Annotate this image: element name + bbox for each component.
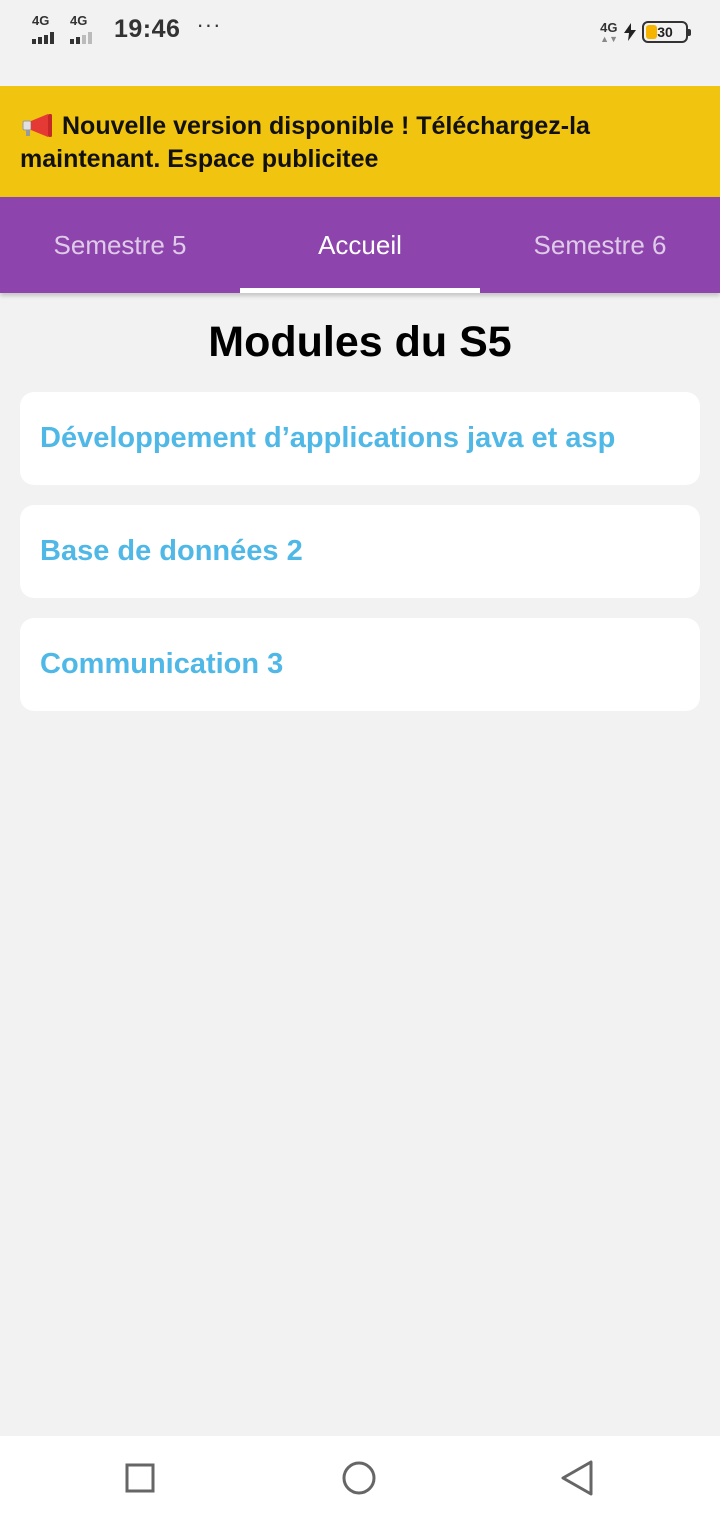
module-card-developpement[interactable]: Développement d’applications java et asp (20, 392, 700, 485)
module-card-base-de-donnees[interactable]: Base de données 2 (20, 505, 700, 598)
ad-banner-text: Nouvelle version disponible ! Télécharge… (20, 112, 590, 173)
tab-label: Semestre 5 (53, 229, 187, 260)
battery-level: 30 (657, 23, 673, 40)
tab-label: Semestre 6 (533, 229, 667, 260)
battery-icon: 30 (642, 20, 691, 43)
system-navigation-bar (0, 1436, 720, 1520)
tab-bar: Semestre 5 Accueil Semestre 6 (0, 197, 720, 293)
page-title: Modules du S5 (208, 318, 512, 366)
network-type-label: 4G (600, 20, 618, 35)
network-type-icon: 4G ▲▼ (600, 20, 618, 44)
tab-semestre-6[interactable]: Semestre 6 (480, 197, 720, 293)
clock: 19:46 (114, 14, 181, 43)
tab-semestre-5[interactable]: Semestre 5 (0, 197, 240, 293)
ad-banner-content: Nouvelle version disponible ! Télécharge… (20, 110, 700, 176)
sim1-network-label: 4G (32, 13, 50, 28)
signal-sim1-icon: 4G (32, 14, 62, 44)
ad-banner[interactable]: Nouvelle version disponible ! Télécharge… (0, 86, 720, 197)
module-label: Communication 3 (40, 648, 284, 680)
module-list: Développement d’applications java et asp… (20, 392, 700, 731)
signal-bars (32, 32, 54, 44)
status-right: 4G ▲▼ 30 (600, 20, 691, 44)
charging-bolt-icon (624, 22, 636, 41)
module-label: Développement d’applications java et asp (40, 422, 616, 454)
status-bar: 4G 4G 19:46 ··· 4G ▲▼ 30 (0, 0, 720, 86)
circle-icon[interactable] (341, 1460, 377, 1496)
signal-sim2-icon: 4G (70, 14, 100, 44)
signal-bars (70, 32, 92, 44)
module-card-communication[interactable]: Communication 3 (20, 618, 700, 711)
square-icon[interactable] (122, 1460, 158, 1496)
megaphone-icon (22, 114, 52, 137)
module-label: Base de données 2 (40, 535, 303, 567)
more-notifications-icon: ··· (196, 12, 222, 37)
tab-label: Accueil (318, 229, 402, 260)
tab-accueil[interactable]: Accueil (240, 197, 480, 293)
status-left: 4G 4G 19:46 ··· (32, 12, 222, 44)
triangle-back-icon[interactable] (559, 1460, 595, 1496)
sim2-network-label: 4G (70, 13, 88, 28)
data-arrows-icon: ▲▼ (600, 34, 618, 44)
active-tab-indicator (240, 288, 480, 293)
